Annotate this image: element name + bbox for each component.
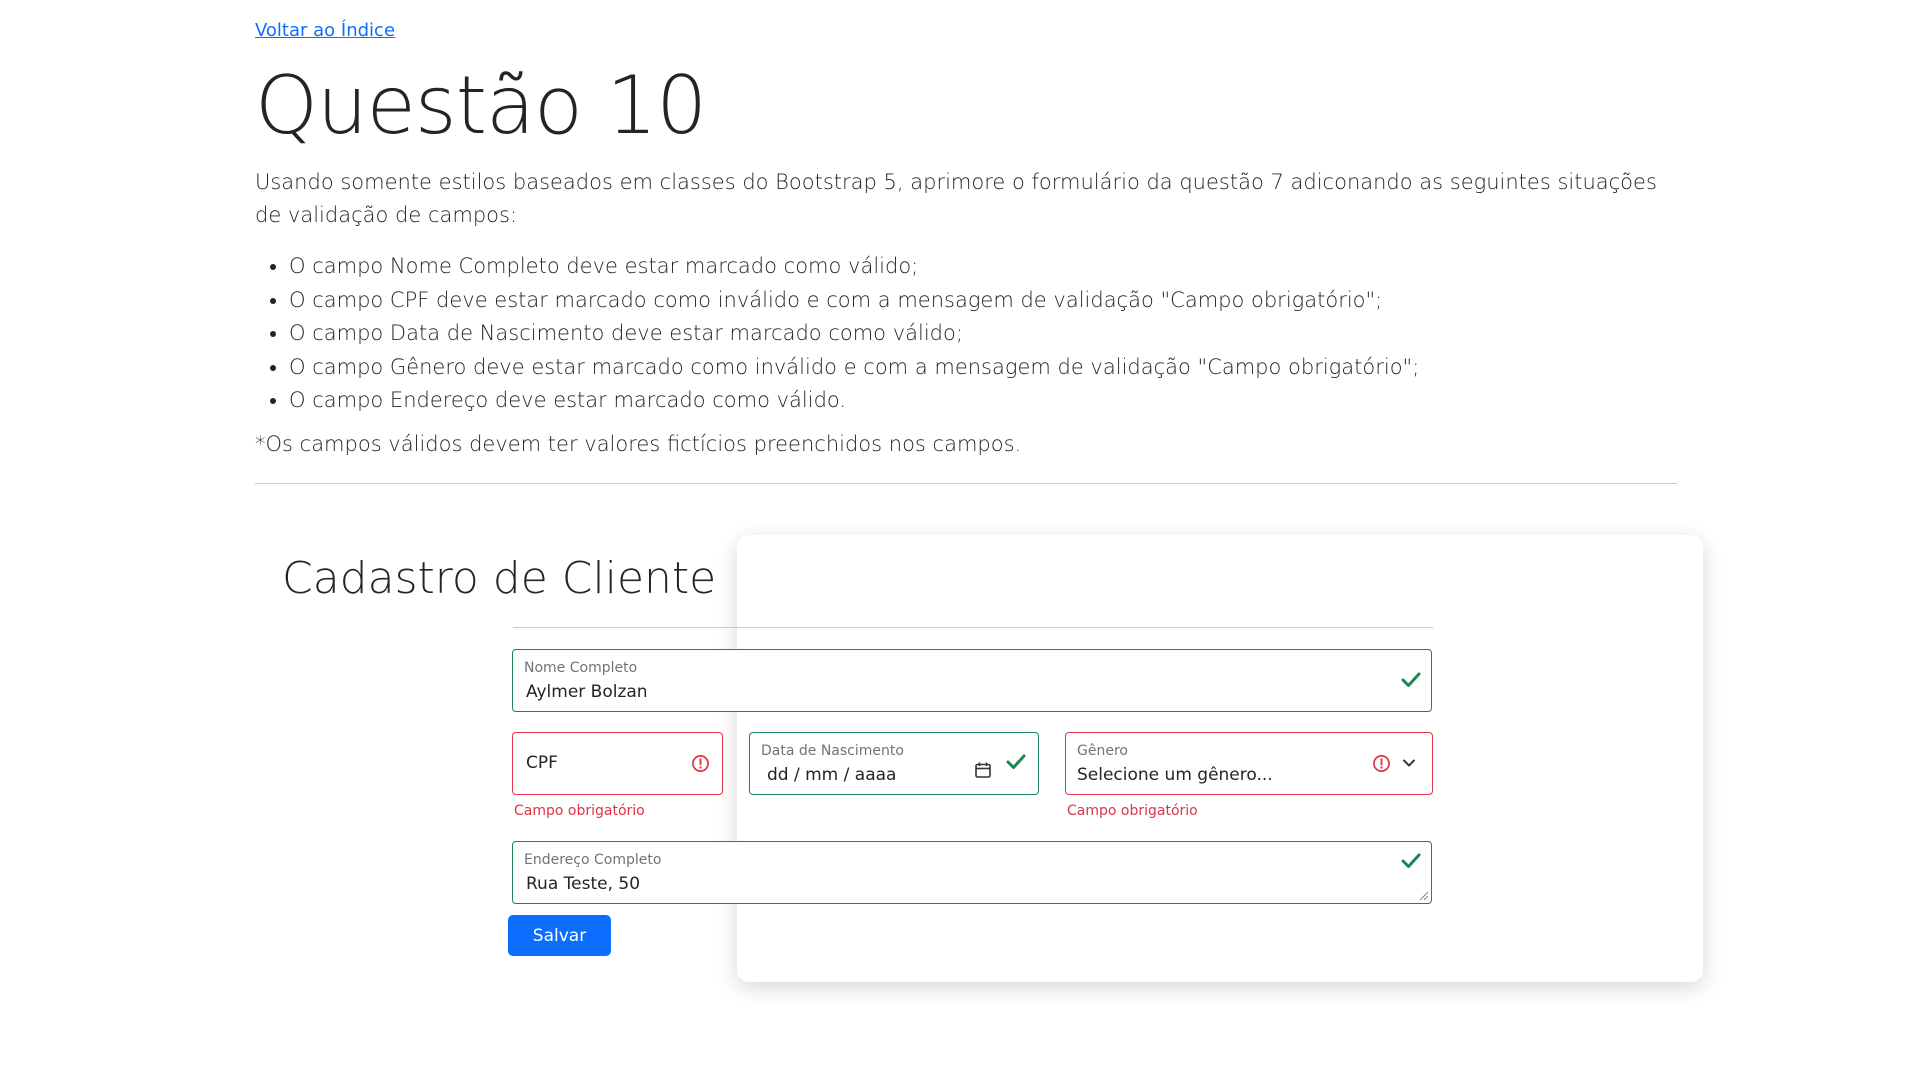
gender-label: Gênero — [1077, 743, 1128, 759]
resize-handle-icon[interactable] — [1419, 891, 1429, 901]
page-title: Questão 10 — [255, 59, 707, 152]
address-textarea[interactable]: Endereço Completo Rua Teste, 50 — [512, 841, 1432, 904]
gender-feedback: Campo obrigatório — [1067, 803, 1198, 819]
exclamation-circle-icon — [692, 755, 709, 772]
list-item: O campo Endereço deve estar marcado como… — [289, 384, 1419, 418]
gender-selected-value: Selecione um gênero... — [1077, 765, 1273, 785]
list-item: O campo Nome Completo deve estar marcado… — [289, 250, 1419, 284]
birthdate-placeholder: dd / mm / aaaa — [767, 765, 897, 785]
cpf-feedback: Campo obrigatório — [514, 803, 645, 819]
address-label: Endereço Completo — [524, 852, 662, 868]
back-to-index-link[interactable]: Voltar ao Índice — [255, 20, 395, 41]
full-name-field[interactable]: Nome Completo Aylmer Bolzan — [512, 649, 1432, 712]
gender-select[interactable]: Gênero Selecione um gênero... — [1065, 732, 1433, 795]
form-divider — [513, 627, 1433, 628]
birthdate-label: Data de Nascimento — [761, 743, 904, 759]
list-item: O campo CPF deve estar marcado como invá… — [289, 284, 1419, 318]
intro-text: Usando somente estilos baseados em class… — [255, 170, 1657, 227]
divider — [255, 483, 1677, 484]
check-icon — [1401, 853, 1421, 868]
birthdate-field[interactable]: Data de Nascimento dd / mm / aaaa — [749, 732, 1039, 795]
exclamation-circle-icon — [1373, 755, 1390, 772]
check-icon — [1006, 754, 1026, 769]
note-text: *Os campos válidos devem ter valores fic… — [255, 432, 1022, 456]
requirements-list: O campo Nome Completo deve estar marcado… — [255, 250, 1419, 418]
cpf-placeholder: CPF — [526, 753, 558, 773]
full-name-label: Nome Completo — [524, 660, 638, 676]
chevron-down-icon — [1403, 759, 1415, 767]
list-item: O campo Data de Nascimento deve estar ma… — [289, 317, 1419, 351]
cpf-field[interactable]: CPF — [512, 732, 723, 795]
check-icon — [1401, 672, 1421, 687]
calendar-icon[interactable] — [974, 761, 992, 779]
full-name-value: Aylmer Bolzan — [526, 682, 648, 702]
save-button[interactable]: Salvar — [508, 915, 611, 956]
address-value: Rua Teste, 50 — [526, 874, 641, 894]
form-title: Cadastro de Cliente — [282, 553, 717, 604]
list-item: O campo Gênero deve estar marcado como i… — [289, 351, 1419, 385]
